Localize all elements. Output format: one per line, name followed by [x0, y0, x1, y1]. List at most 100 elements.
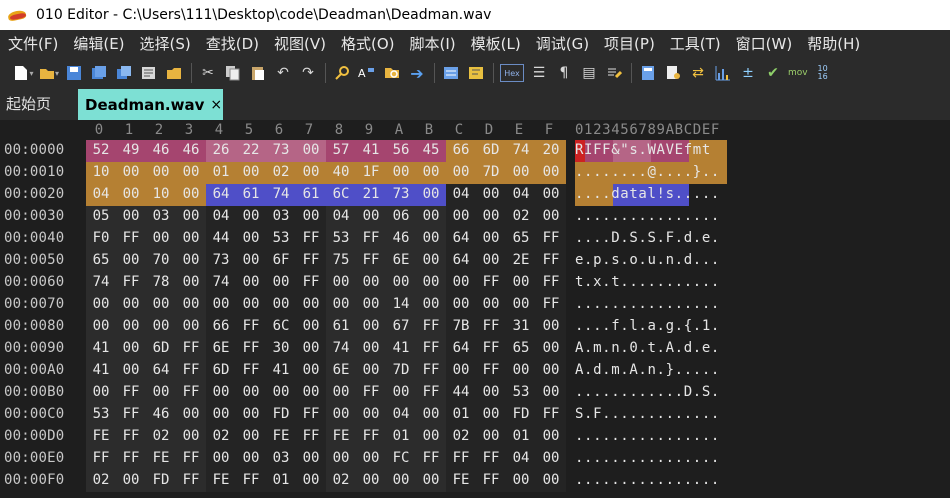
hex-byte[interactable]: 00: [119, 318, 143, 334]
hex-byte[interactable]: 01: [389, 428, 413, 444]
hex-byte[interactable]: 00: [299, 384, 323, 400]
hex-byte[interactable]: FE: [269, 428, 293, 444]
hex-byte[interactable]: 00: [239, 296, 263, 312]
hex-byte[interactable]: 00: [149, 384, 173, 400]
hex-byte[interactable]: 00: [479, 252, 503, 268]
hex-byte[interactable]: 00: [419, 252, 443, 268]
hex-byte[interactable]: 00: [119, 340, 143, 356]
hex-byte[interactable]: FF: [479, 340, 503, 356]
close-tab-icon[interactable]: ×: [210, 97, 222, 113]
hex-byte[interactable]: FF: [539, 406, 563, 422]
hex-byte[interactable]: 00: [479, 428, 503, 444]
hex-byte[interactable]: 61: [299, 186, 323, 202]
hex-byte[interactable]: 65: [509, 340, 533, 356]
hex-byte[interactable]: 00: [359, 318, 383, 334]
hex-byte[interactable]: 00: [149, 296, 173, 312]
hex-byte[interactable]: 04: [209, 208, 233, 224]
hex-byte[interactable]: FF: [119, 406, 143, 422]
hex-byte[interactable]: FF: [419, 384, 443, 400]
hex-byte[interactable]: 00: [239, 428, 263, 444]
hex-byte[interactable]: FF: [479, 450, 503, 466]
hex-byte[interactable]: 00: [419, 296, 443, 312]
hex-byte[interactable]: 00: [239, 450, 263, 466]
hex-byte[interactable]: 41: [89, 340, 113, 356]
replace-icon[interactable]: A: [357, 63, 377, 83]
hex-byte[interactable]: FF: [179, 340, 203, 356]
hex-byte[interactable]: 04: [509, 450, 533, 466]
hex-byte[interactable]: FF: [299, 252, 323, 268]
hex-byte[interactable]: 00: [89, 384, 113, 400]
hex-byte[interactable]: 40: [329, 164, 353, 180]
menu-scripts[interactable]: 脚本(I): [402, 30, 463, 58]
hex-byte[interactable]: 01: [509, 428, 533, 444]
hex-byte[interactable]: 00: [419, 472, 443, 488]
hex-byte[interactable]: 6E: [329, 362, 353, 378]
hex-byte[interactable]: FF: [179, 384, 203, 400]
redo-icon[interactable]: ↷: [298, 63, 318, 83]
hex-byte[interactable]: 00: [179, 230, 203, 246]
hex-byte[interactable]: 00: [269, 384, 293, 400]
ascii-text[interactable]: ................: [575, 450, 720, 466]
hex-byte[interactable]: 00: [299, 164, 323, 180]
hex-byte[interactable]: 02: [329, 472, 353, 488]
ascii-text[interactable]: ................: [575, 472, 720, 488]
hex-byte[interactable]: 44: [209, 230, 233, 246]
menu-view[interactable]: 视图(V): [266, 30, 333, 58]
cut-icon[interactable]: ✂: [198, 63, 218, 83]
hex-byte[interactable]: 00: [239, 164, 263, 180]
hex-byte[interactable]: FE: [209, 472, 233, 488]
hex-byte[interactable]: 00: [539, 318, 563, 334]
menu-project[interactable]: 项目(P): [596, 30, 662, 58]
hex-byte[interactable]: 00: [209, 450, 233, 466]
hex-byte[interactable]: 01: [269, 472, 293, 488]
hex-byte[interactable]: 00: [119, 472, 143, 488]
hex-byte[interactable]: FF: [299, 428, 323, 444]
hex-byte[interactable]: 02: [149, 428, 173, 444]
hex-byte[interactable]: FF: [359, 428, 383, 444]
hex-byte[interactable]: 49: [119, 142, 143, 158]
hex-byte[interactable]: 7D: [479, 164, 503, 180]
hex-byte[interactable]: 00: [299, 450, 323, 466]
hex-byte[interactable]: 64: [149, 362, 173, 378]
hex-byte[interactable]: FD: [269, 406, 293, 422]
hex-byte[interactable]: 53: [269, 230, 293, 246]
hex-byte[interactable]: 00: [419, 164, 443, 180]
hex-byte[interactable]: FF: [479, 274, 503, 290]
hex-byte[interactable]: 00: [359, 406, 383, 422]
hex-byte[interactable]: 20: [539, 142, 563, 158]
hex-byte[interactable]: 04: [89, 186, 113, 202]
hex-byte[interactable]: 00: [89, 318, 113, 334]
hex-byte[interactable]: 00: [239, 274, 263, 290]
hex-byte[interactable]: 41: [389, 340, 413, 356]
hex-byte[interactable]: 74: [509, 142, 533, 158]
hex-byte[interactable]: 73: [269, 142, 293, 158]
menu-tools[interactable]: 工具(T): [662, 30, 728, 58]
hex-byte[interactable]: 00: [119, 296, 143, 312]
hex-byte[interactable]: 00: [449, 296, 473, 312]
hex-byte[interactable]: 00: [389, 164, 413, 180]
hex-byte[interactable]: FF: [539, 252, 563, 268]
ascii-text[interactable]: A.d.m.A.n.}.....: [575, 362, 720, 378]
hex-byte[interactable]: 64: [209, 186, 233, 202]
hex-byte[interactable]: 46: [389, 230, 413, 246]
hex-byte[interactable]: 00: [89, 296, 113, 312]
math-ops-icon[interactable]: ±: [738, 63, 758, 83]
hex-byte[interactable]: 6D: [479, 142, 503, 158]
hex-byte[interactable]: 00: [359, 362, 383, 378]
paste-icon[interactable]: [248, 63, 268, 83]
menu-select[interactable]: 选择(S): [132, 30, 198, 58]
hex-byte[interactable]: 6D: [209, 362, 233, 378]
save-as-icon[interactable]: [89, 63, 109, 83]
hex-byte[interactable]: 03: [269, 450, 293, 466]
find-icon[interactable]: [332, 63, 352, 83]
hex-byte[interactable]: F0: [89, 230, 113, 246]
hex-byte[interactable]: FE: [149, 450, 173, 466]
hex-byte[interactable]: 00: [539, 362, 563, 378]
hex-byte[interactable]: 65: [89, 252, 113, 268]
menu-help[interactable]: 帮助(H): [799, 30, 867, 58]
hex-byte[interactable]: 22: [239, 142, 263, 158]
hex-byte[interactable]: 74: [269, 186, 293, 202]
hex-byte[interactable]: 67: [389, 318, 413, 334]
hex-byte[interactable]: 00: [539, 164, 563, 180]
save-all-icon[interactable]: [114, 63, 134, 83]
